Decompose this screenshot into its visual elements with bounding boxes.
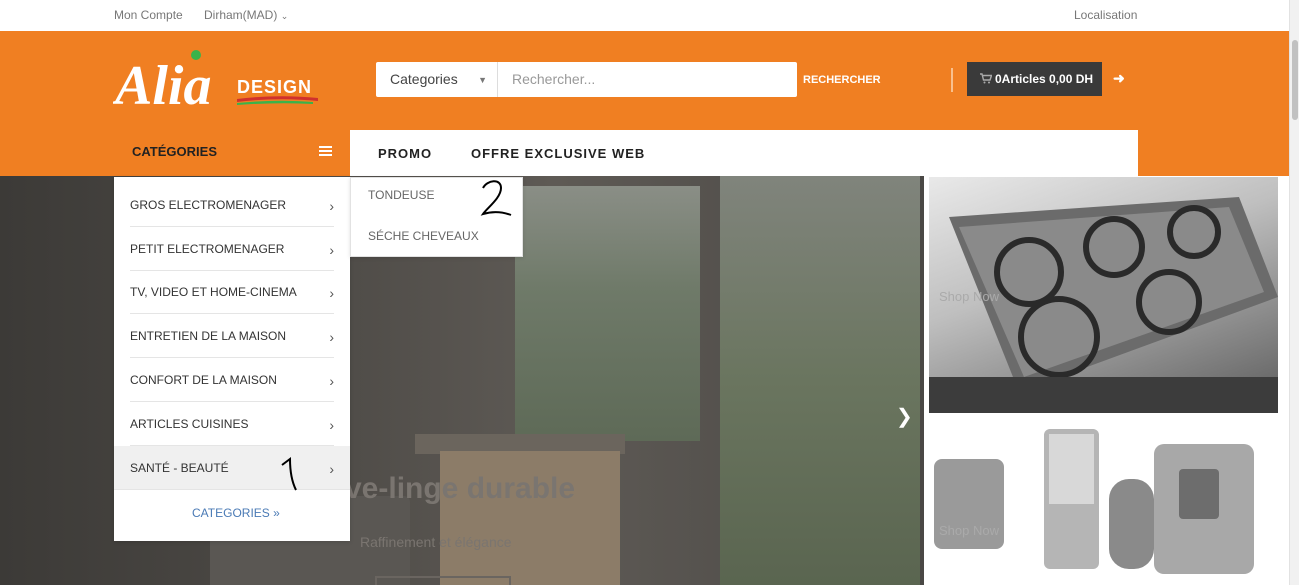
search-bar: Categories ▼ Rechercher...	[376, 62, 797, 97]
cart-icon	[980, 73, 992, 84]
category-item[interactable]: ENTRETIEN DE LA MAISON ›	[130, 314, 334, 358]
all-categories-link[interactable]: CATEGORIES »	[192, 506, 280, 520]
category-label: SANTÉ - BEAUTÉ	[130, 461, 229, 475]
chevron-down-icon: ⌄	[280, 11, 289, 21]
category-item-active[interactable]: SANTÉ - BEAUTÉ ›	[114, 446, 350, 490]
annotation-mark	[279, 456, 303, 499]
categories-label[interactable]: CATÉGORIES	[132, 144, 217, 159]
chevron-right-icon: ›	[329, 242, 334, 258]
chevron-right-icon: ›	[329, 417, 334, 433]
handwritten-2-icon	[480, 180, 512, 216]
top-bar: Mon Compte Dirham(MAD) ⌄ Localisation	[0, 0, 1299, 31]
chevron-right-icon[interactable]: ❯	[896, 404, 913, 429]
search-category-label: Categories	[390, 71, 458, 87]
chevron-right-icon: ›	[329, 198, 334, 214]
banner-cooktop[interactable]: Shop Now	[929, 177, 1278, 413]
category-item[interactable]: ARTICLES CUISINES ›	[130, 402, 334, 446]
search-button[interactable]: RECHERCHER	[803, 74, 881, 86]
category-label: PETIT ELECTROMENAGER	[130, 242, 285, 256]
chevron-right-icon: ›	[329, 285, 334, 301]
cart-button[interactable]: 0Articles 0,00 DH	[967, 62, 1102, 96]
svg-text:Alia: Alia	[113, 55, 211, 117]
handwritten-1-icon	[281, 457, 297, 491]
hero-image-mirror	[515, 186, 700, 441]
scrollbar[interactable]	[1289, 0, 1299, 585]
category-item[interactable]: GROS ELECTROMENAGER ›	[130, 183, 334, 227]
category-label: ENTRETIEN DE LA MAISON	[130, 329, 287, 343]
logo[interactable]: Alia DESIGN	[112, 47, 323, 117]
search-category-select[interactable]: Categories ▼	[376, 62, 498, 97]
hero-image-window	[720, 176, 920, 585]
banner-small-appliances[interactable]: Shop Now	[929, 419, 1278, 585]
appliances-image	[934, 429, 1254, 574]
subcategory-item[interactable]: SÉCHE CHEVEAUX	[368, 229, 479, 243]
category-item[interactable]: CONFORT DE LA MAISON ›	[130, 358, 334, 402]
currency-label: Dirham(MAD)	[204, 8, 278, 22]
shop-now-link[interactable]: Shop Now	[939, 523, 999, 538]
scrollbar-thumb[interactable]	[1292, 40, 1298, 120]
hero-subtitle: Raffinement et élégance	[360, 534, 512, 550]
double-chevron-right-icon: »	[273, 506, 280, 520]
annotation-mark	[479, 178, 515, 225]
divider	[951, 68, 953, 92]
hero-title: ve-linge durable	[345, 472, 576, 505]
nav-item-exclusive-web[interactable]: OFFRE EXCLUSIVE WEB	[471, 146, 645, 161]
main-nav: PROMO OFFRE EXCLUSIVE WEB	[350, 130, 1138, 176]
logo-graphic: Alia DESIGN	[112, 50, 318, 117]
category-label: CONFORT DE LA MAISON	[130, 373, 277, 387]
shop-now-link[interactable]: Shop Now	[939, 289, 999, 304]
category-item[interactable]: TV, VIDEO ET HOME-CINEMA ›	[130, 270, 334, 314]
category-item[interactable]: PETIT ELECTROMENAGER ›	[130, 227, 334, 271]
caret-down-icon: ▼	[478, 75, 487, 85]
hamburger-icon[interactable]	[319, 146, 332, 157]
nav-item-promo[interactable]: PROMO	[378, 146, 432, 161]
chevron-right-icon: ›	[329, 329, 334, 345]
svg-text:DESIGN: DESIGN	[237, 77, 312, 97]
chevron-right-icon: ›	[329, 373, 334, 389]
currency-selector[interactable]: Dirham(MAD) ⌄	[204, 8, 288, 22]
categories-dropdown: GROS ELECTROMENAGER › PETIT ELECTROMENAGE…	[114, 177, 350, 541]
category-label: GROS ELECTROMENAGER	[130, 198, 287, 212]
header: Alia DESIGN Categories ▼ Rechercher... R…	[0, 31, 1289, 176]
subcategory-item[interactable]: TONDEUSE	[368, 188, 434, 202]
arrow-right-icon[interactable]: ➜	[1113, 70, 1125, 87]
search-input[interactable]: Rechercher...	[512, 71, 595, 87]
location-link[interactable]: Localisation	[1074, 8, 1137, 22]
my-account-link[interactable]: Mon Compte	[114, 8, 183, 22]
category-label: ARTICLES CUISINES	[130, 417, 249, 431]
hero-cta-button[interactable]	[375, 576, 511, 585]
cart-label: 0Articles 0,00 DH	[995, 72, 1094, 86]
chevron-right-icon: ›	[329, 461, 334, 477]
all-categories-label: CATEGORIES	[192, 506, 270, 520]
category-label: TV, VIDEO ET HOME-CINEMA	[130, 285, 297, 299]
